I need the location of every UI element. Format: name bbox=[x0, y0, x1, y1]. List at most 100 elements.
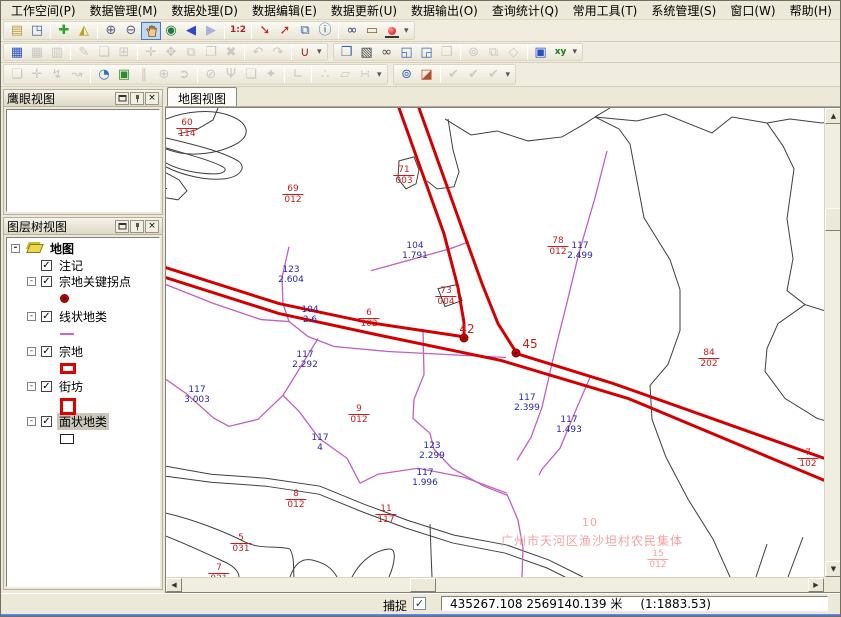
restore-icon[interactable] bbox=[115, 220, 129, 233]
sketch-page-icon: ❏ bbox=[98, 46, 110, 59]
eagle-eye-header[interactable]: 鹰眼视图 × bbox=[4, 90, 162, 107]
edit-notebook-button[interactable]: ▦ bbox=[7, 43, 27, 61]
layer-label[interactable]: 面状地类 bbox=[57, 413, 109, 430]
layer-row-polygon-landuse[interactable]: -✓ 面状地类 bbox=[7, 413, 159, 429]
expand-toggle[interactable]: - bbox=[27, 417, 36, 426]
menu-item-data-management[interactable]: 数据管理(M) bbox=[83, 1, 165, 20]
zoom-out-button[interactable]: ⊖ bbox=[121, 22, 141, 40]
scroll-up-icon[interactable]: ▲ bbox=[825, 108, 841, 124]
toolbar-overflow-icon[interactable]: ▾ bbox=[504, 70, 513, 80]
expand-toggle[interactable]: - bbox=[11, 244, 20, 253]
layer-visibility-checkbox[interactable]: ✓ bbox=[41, 260, 52, 271]
layer-label[interactable]: 宗地 bbox=[57, 343, 85, 360]
view-forward-button[interactable]: ▶ bbox=[201, 22, 221, 40]
layer-visibility-checkbox[interactable]: ✓ bbox=[41, 346, 52, 357]
layer-symbol-red-dot bbox=[60, 294, 69, 303]
scroll-left-icon[interactable]: ◀ bbox=[166, 578, 182, 592]
view-back-button[interactable]: ◀ bbox=[181, 22, 201, 40]
layer-row-parcel[interactable]: -✓ 宗地 bbox=[7, 343, 159, 359]
layer-root-label[interactable]: 地图 bbox=[48, 240, 76, 257]
restore-icon[interactable] bbox=[115, 92, 129, 105]
layer-row-linear-landuse[interactable]: -✓ 线状地类 bbox=[7, 308, 159, 324]
move-node-up-button[interactable]: ➚ bbox=[275, 22, 295, 40]
tab-map-view[interactable]: 地图视图 bbox=[167, 87, 237, 106]
layer-tree-header[interactable]: 图层树视图 × bbox=[4, 218, 162, 235]
attribute-table-button: ⊞ bbox=[114, 43, 134, 61]
menu-item-workspace[interactable]: 工作空间(P) bbox=[4, 1, 83, 20]
expand-toggle[interactable]: - bbox=[27, 382, 36, 391]
toolbar-edit: ▦▦▥✎❏⊞✛✥⧉❐✖↶↷∪▾ bbox=[3, 43, 328, 61]
layer-label[interactable]: 街坊 bbox=[57, 378, 85, 395]
measure-button[interactable]: ▭ bbox=[362, 22, 382, 40]
menu-item-common-tools[interactable]: 常用工具(T) bbox=[566, 1, 645, 20]
move-node-down-button[interactable]: ➘ bbox=[255, 22, 275, 40]
copy-view-button[interactable]: ⧉ bbox=[295, 22, 315, 40]
select-marquee-button[interactable]: ▧ bbox=[357, 43, 377, 61]
stats-pie-button[interactable]: ◔ bbox=[94, 66, 114, 84]
menu-item-data-output[interactable]: 数据输出(O) bbox=[404, 1, 485, 20]
new-workspace-button[interactable]: ▤ bbox=[7, 22, 27, 40]
toolbar-overflow-icon[interactable]: ▾ bbox=[402, 26, 411, 36]
snapshot-button[interactable]: ◲ bbox=[417, 43, 437, 61]
horizontal-scrollbar[interactable]: ◀ ▶ bbox=[166, 577, 824, 592]
menu-item-data-editing[interactable]: 数据编辑(E) bbox=[245, 1, 324, 20]
eagle-eye-canvas[interactable] bbox=[6, 109, 160, 212]
pin-icon[interactable] bbox=[130, 92, 144, 105]
layer-label[interactable]: 注记 bbox=[57, 257, 85, 274]
scroll-right-icon[interactable]: ▶ bbox=[808, 578, 824, 592]
close-icon[interactable]: × bbox=[145, 92, 159, 105]
toolbar-overflow-icon[interactable]: ▾ bbox=[315, 47, 324, 57]
window-tool-icon: ◪ bbox=[420, 68, 432, 81]
window-tool-button[interactable]: ◪ bbox=[417, 66, 437, 84]
scroll-down-icon[interactable]: ▼ bbox=[825, 561, 841, 577]
layer-visibility-checkbox[interactable]: ✓ bbox=[41, 276, 52, 287]
menu-item-system-management[interactable]: 系统管理(S) bbox=[644, 1, 723, 20]
zoom-window-button[interactable]: ◱ bbox=[397, 43, 417, 61]
layer-row-annotation[interactable]: ✓ 注记 bbox=[7, 257, 159, 273]
xy-input-button[interactable]: xy bbox=[551, 43, 571, 61]
toolbar-overflow-icon[interactable]: ▾ bbox=[571, 47, 580, 57]
layer-label[interactable]: 线状地类 bbox=[57, 308, 109, 325]
scale-bar-button[interactable]: 1:2 bbox=[228, 22, 248, 40]
vertical-scrollbar[interactable]: ▲ ▼ bbox=[824, 108, 841, 577]
menu-item-data-update[interactable]: 数据更新(U) bbox=[324, 1, 404, 20]
region-new-button[interactable]: ▣ bbox=[114, 66, 134, 84]
vertical-scroll-thumb[interactable] bbox=[825, 208, 841, 231]
add-data-button[interactable]: ✚ bbox=[54, 22, 74, 40]
snap-magnet-button[interactable]: ∪ bbox=[295, 43, 315, 61]
region-box-button[interactable]: ▣ bbox=[531, 43, 551, 61]
pin-icon[interactable] bbox=[130, 220, 144, 233]
open-workspace-button[interactable]: ◳ bbox=[27, 22, 47, 40]
menu-item-help[interactable]: 帮助(H) bbox=[783, 1, 839, 20]
map-canvas[interactable]: 6011469012710037801273004610284202710290… bbox=[166, 108, 824, 577]
layer-label[interactable]: 宗地关键拐点 bbox=[57, 273, 133, 290]
copy-screen-button[interactable]: ❒ bbox=[337, 43, 357, 61]
info-query-button[interactable]: ⓘ bbox=[315, 22, 335, 40]
zoom-in-button[interactable]: ⊕ bbox=[101, 22, 121, 40]
select-find-button[interactable]: ∞ bbox=[377, 43, 397, 61]
menu-item-window[interactable]: 窗口(W) bbox=[723, 1, 782, 20]
layer-visibility-checkbox[interactable]: ✓ bbox=[41, 381, 52, 392]
expand-toggle[interactable]: - bbox=[27, 312, 36, 321]
menu-item-data-processing[interactable]: 数据处理(D) bbox=[164, 1, 245, 20]
layer-display-button[interactable]: ◭ bbox=[74, 22, 94, 40]
sketch-pencil-button: ✎ bbox=[74, 43, 94, 61]
toolbar-overflow-icon[interactable]: ▾ bbox=[375, 70, 384, 80]
find-button[interactable]: ∞ bbox=[342, 22, 362, 40]
snap-checkbox[interactable]: ✓ bbox=[413, 597, 426, 610]
expand-toggle[interactable]: - bbox=[27, 277, 36, 286]
locate-point-button[interactable] bbox=[382, 22, 402, 40]
full-extent-button[interactable]: ◉ bbox=[161, 22, 181, 40]
close-icon[interactable]: × bbox=[145, 220, 159, 233]
pan-button[interactable] bbox=[141, 22, 161, 40]
layer-visibility-checkbox[interactable]: ✓ bbox=[41, 416, 52, 427]
zoom-select-button[interactable]: ⊚ bbox=[397, 66, 417, 84]
horizontal-scroll-thumb[interactable] bbox=[410, 578, 436, 592]
layer-row-block[interactable]: -✓ 街坊 bbox=[7, 378, 159, 394]
menu-item-query-statistics[interactable]: 查询统计(Q) bbox=[485, 1, 566, 20]
layer-root-row[interactable]: - 地图 bbox=[7, 240, 159, 257]
layer-row-parcel-key-points[interactable]: -✓ 宗地关键拐点 bbox=[7, 273, 159, 289]
layer-visibility-checkbox[interactable]: ✓ bbox=[41, 311, 52, 322]
expand-toggle[interactable]: - bbox=[27, 347, 36, 356]
sketch-pencil-icon: ✎ bbox=[79, 46, 90, 59]
